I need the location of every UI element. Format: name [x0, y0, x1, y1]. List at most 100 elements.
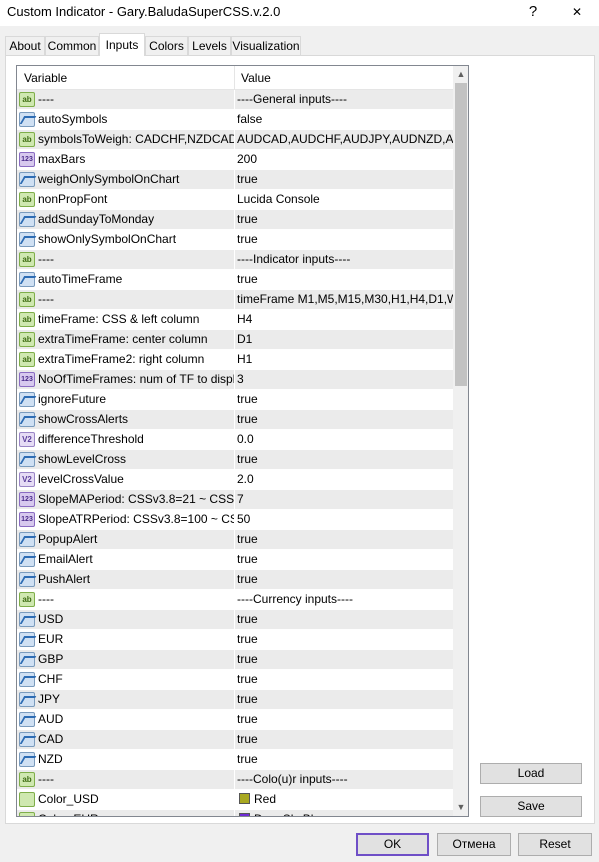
value-cell[interactable]: true — [235, 410, 453, 430]
table-row[interactable]: weighOnlySymbolOnChart true — [17, 170, 453, 190]
value-cell[interactable]: true — [235, 270, 453, 290]
help-button[interactable]: ? — [522, 1, 544, 23]
table-row[interactable]: ab extraTimeFrame2: right column H1 — [17, 350, 453, 370]
value-cell[interactable]: true — [235, 670, 453, 690]
value-cell[interactable]: Red — [235, 790, 453, 810]
value-cell[interactable]: true — [235, 690, 453, 710]
tab-colors[interactable]: Colors — [145, 36, 188, 56]
value-cell[interactable]: timeFrame M1,M5,M15,M30,H1,H4,D1,W... — [235, 290, 453, 310]
table-row[interactable]: addSundayToMonday true — [17, 210, 453, 230]
value-cell[interactable]: true — [235, 630, 453, 650]
tab-inputs[interactable]: Inputs — [99, 33, 145, 56]
value-cell[interactable]: 200 — [235, 150, 453, 170]
table-row[interactable]: AUD true — [17, 710, 453, 730]
value-cell[interactable]: 2.0 — [235, 470, 453, 490]
column-header-variable[interactable]: Variable — [17, 66, 235, 90]
value-cell[interactable]: true — [235, 550, 453, 570]
tab-common[interactable]: Common — [45, 36, 99, 56]
table-row[interactable]: 123 SlopeATRPeriod: CSSv3.8=100 ~ CS... 50 — [17, 510, 453, 530]
table-row[interactable]: V2 differenceThreshold 0.0 — [17, 430, 453, 450]
column-header-value[interactable]: Value — [235, 66, 453, 90]
ok-button[interactable]: OK — [356, 833, 429, 856]
table-row[interactable]: CHF true — [17, 670, 453, 690]
value-cell[interactable]: true — [235, 210, 453, 230]
table-row[interactable]: 123 maxBars 200 — [17, 150, 453, 170]
value-cell[interactable]: true — [235, 610, 453, 630]
integer-type-icon: 123 — [19, 492, 35, 507]
value-cell[interactable]: true — [235, 650, 453, 670]
table-row[interactable]: Color_EUR DeepSkyBlue — [17, 810, 453, 816]
value-cell[interactable]: 3 — [235, 370, 453, 390]
table-row[interactable]: USD true — [17, 610, 453, 630]
save-button[interactable]: Save — [480, 796, 582, 817]
variable-cell: CHF — [17, 670, 235, 690]
table-row[interactable]: ab nonPropFont Lucida Console — [17, 190, 453, 210]
table-row[interactable]: V2 levelCrossValue 2.0 — [17, 470, 453, 490]
table-row[interactable]: EmailAlert true — [17, 550, 453, 570]
table-row[interactable]: showCrossAlerts true — [17, 410, 453, 430]
value-cell[interactable]: H4 — [235, 310, 453, 330]
value-cell[interactable]: true — [235, 730, 453, 750]
value-text: true — [237, 572, 258, 586]
table-row[interactable]: JPY true — [17, 690, 453, 710]
table-row[interactable]: showOnlySymbolOnChart true — [17, 230, 453, 250]
reset-button[interactable]: Reset — [518, 833, 592, 856]
table-row[interactable]: 123 SlopeMAPeriod: CSSv3.8=21 ~ CSSS... 7 — [17, 490, 453, 510]
value-cell[interactable]: AUDCAD,AUDCHF,AUDJPY,AUDNZD,A... — [235, 130, 453, 150]
value-cell[interactable]: ----Currency inputs---- — [235, 590, 453, 610]
cancel-button[interactable]: Отмена — [437, 833, 511, 856]
value-cell[interactable]: true — [235, 530, 453, 550]
variable-name: GBP — [38, 652, 64, 666]
table-row[interactable]: ab ---- ----Colo(u)r inputs---- — [17, 770, 453, 790]
tab-levels[interactable]: Levels — [188, 36, 231, 56]
table-row[interactable]: Color_USD Red — [17, 790, 453, 810]
value-cell[interactable]: true — [235, 390, 453, 410]
scroll-thumb[interactable] — [455, 83, 467, 386]
value-cell[interactable]: 7 — [235, 490, 453, 510]
table-row[interactable]: ab timeFrame: CSS & left column H4 — [17, 310, 453, 330]
value-cell[interactable]: Lucida Console — [235, 190, 453, 210]
tab-about[interactable]: About — [5, 36, 45, 56]
table-row[interactable]: ab ---- ----Currency inputs---- — [17, 590, 453, 610]
value-cell[interactable]: true — [235, 170, 453, 190]
value-cell[interactable]: H1 — [235, 350, 453, 370]
scroll-up-icon[interactable]: ▲ — [453, 66, 468, 83]
value-cell[interactable]: ----Colo(u)r inputs---- — [235, 770, 453, 790]
value-cell[interactable]: true — [235, 750, 453, 770]
table-row[interactable]: PushAlert true — [17, 570, 453, 590]
table-row[interactable]: ab extraTimeFrame: center column D1 — [17, 330, 453, 350]
close-button[interactable]: ✕ — [564, 1, 590, 23]
tab-visualization[interactable]: Visualization — [231, 36, 301, 56]
table-row[interactable]: ab symbolsToWeigh: CADCHF,NZDCAD,... AUDCA… — [17, 130, 453, 150]
value-cell[interactable]: ----General inputs---- — [235, 90, 453, 110]
value-cell[interactable]: D1 — [235, 330, 453, 350]
value-cell[interactable]: 0.0 — [235, 430, 453, 450]
table-row[interactable]: EUR true — [17, 630, 453, 650]
value-cell[interactable]: false — [235, 110, 453, 130]
table-row[interactable]: PopupAlert true — [17, 530, 453, 550]
table-row[interactable]: GBP true — [17, 650, 453, 670]
table-row[interactable]: showLevelCross true — [17, 450, 453, 470]
table-row[interactable]: NZD true — [17, 750, 453, 770]
value-cell[interactable]: true — [235, 450, 453, 470]
value-text: true — [237, 452, 258, 466]
value-cell[interactable]: ----Indicator inputs---- — [235, 250, 453, 270]
vertical-scrollbar[interactable]: ▲ ▼ — [453, 66, 468, 816]
table-row[interactable]: ignoreFuture true — [17, 390, 453, 410]
value-cell[interactable]: DeepSkyBlue — [235, 810, 453, 816]
table-row[interactable]: ab ---- ----General inputs---- — [17, 90, 453, 110]
table-row[interactable]: ab ---- timeFrame M1,M5,M15,M30,H1,H4,D1,W… — [17, 290, 453, 310]
value-cell[interactable]: true — [235, 570, 453, 590]
value-text: true — [237, 672, 258, 686]
table-row[interactable]: ab ---- ----Indicator inputs---- — [17, 250, 453, 270]
value-cell[interactable]: true — [235, 230, 453, 250]
table-row[interactable]: CAD true — [17, 730, 453, 750]
table-row[interactable]: 123 NoOfTimeFrames: num of TF to display 3 — [17, 370, 453, 390]
table-row[interactable]: autoSymbols false — [17, 110, 453, 130]
value-cell[interactable]: true — [235, 710, 453, 730]
value-cell[interactable]: 50 — [235, 510, 453, 530]
load-button[interactable]: Load — [480, 763, 582, 784]
scroll-down-icon[interactable]: ▼ — [453, 799, 468, 816]
value-text: true — [237, 752, 258, 766]
table-row[interactable]: autoTimeFrame true — [17, 270, 453, 290]
